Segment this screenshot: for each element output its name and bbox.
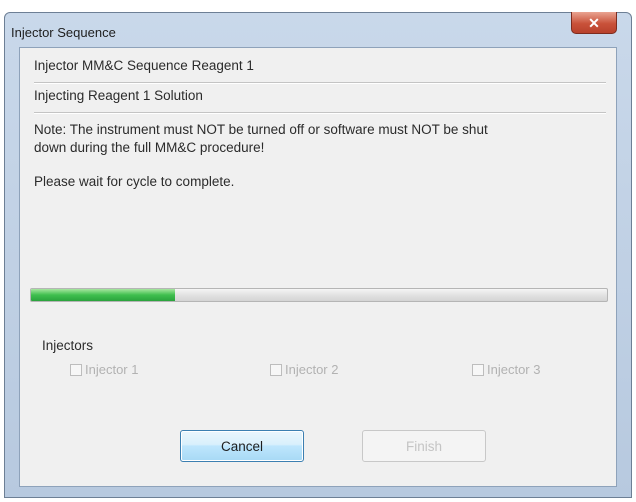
- checkbox-box[interactable]: [270, 363, 282, 376]
- close-button[interactable]: ✕: [571, 12, 617, 34]
- progress-fill: [31, 289, 175, 301]
- injector-1-label: Injector 1: [85, 362, 139, 377]
- progress-bar: [30, 288, 608, 302]
- injector-3-label: Injector 3: [487, 362, 541, 377]
- injector-2-label: Injector 2: [285, 362, 339, 377]
- close-icon: ✕: [588, 14, 600, 31]
- title-bar[interactable]: Injector Sequence ✕: [5, 12, 631, 47]
- wait-message: Please wait for cycle to complete.: [34, 174, 235, 189]
- injector-3-checkbox[interactable]: Injector 3: [472, 362, 540, 377]
- warning-note-line1: Note: The instrument must NOT be turned …: [34, 122, 488, 137]
- warning-note-line2: down during the full MM&C procedure!: [34, 140, 265, 155]
- finish-button[interactable]: Finish: [362, 430, 486, 462]
- status-text: Injecting Reagent 1 Solution: [34, 88, 203, 103]
- divider: [34, 82, 606, 84]
- injector-1-checkbox[interactable]: Injector 1: [70, 362, 138, 377]
- divider: [34, 112, 606, 114]
- sequence-heading: Injector MM&C Sequence Reagent 1: [34, 58, 254, 73]
- cancel-button[interactable]: Cancel: [180, 430, 304, 462]
- injector-2-checkbox[interactable]: Injector 2: [270, 362, 338, 377]
- checkbox-box[interactable]: [472, 363, 484, 376]
- dialog-window: Injector Sequence ✕ Injector MM&C Sequen…: [4, 12, 632, 498]
- dialog-content: Injector MM&C Sequence Reagent 1 Injecti…: [19, 47, 617, 487]
- window-title: Injector Sequence: [11, 25, 116, 40]
- checkbox-box[interactable]: [70, 363, 82, 376]
- injectors-group-label: Injectors: [42, 338, 94, 353]
